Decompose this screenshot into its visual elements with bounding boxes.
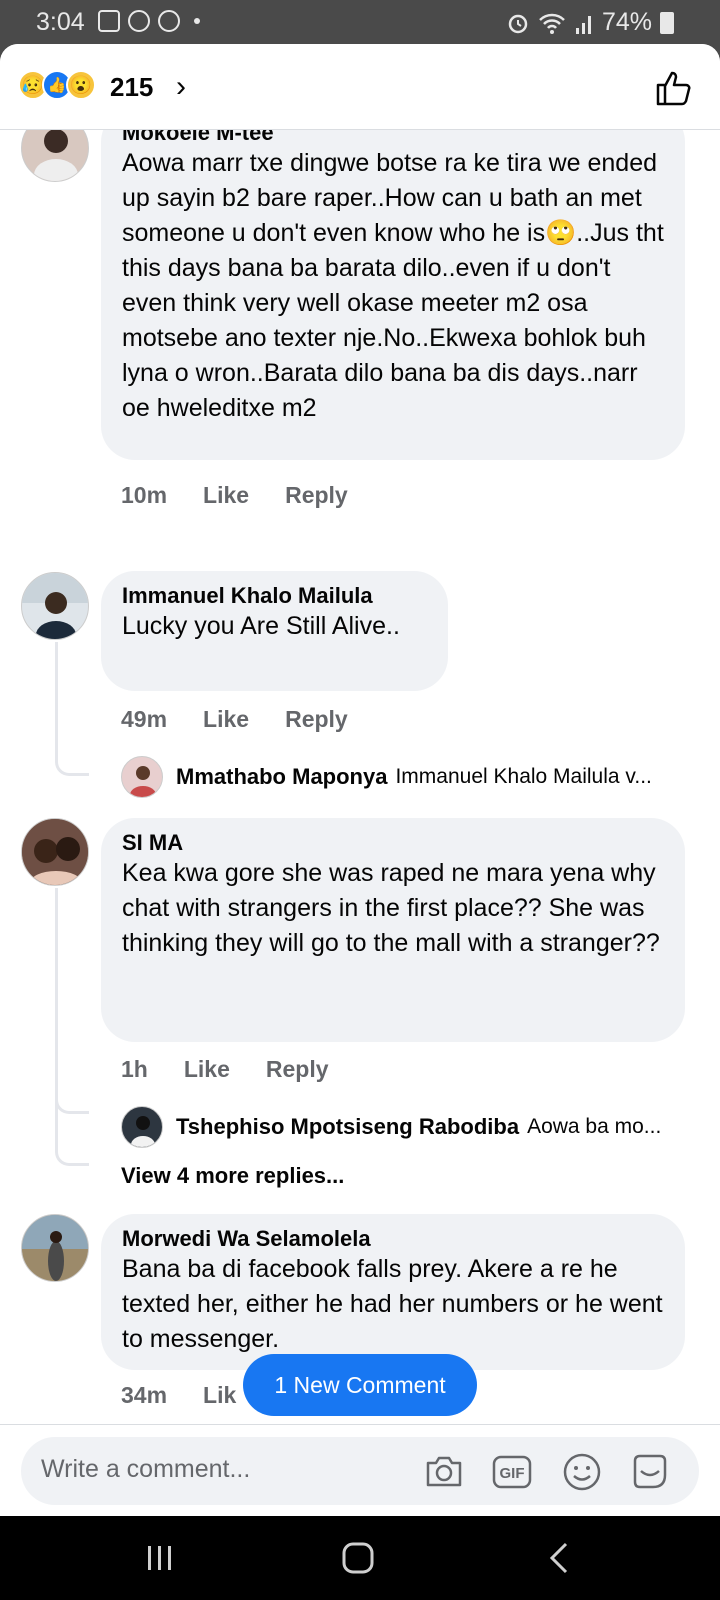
thread-line [55, 888, 89, 1166]
comment-text: Kea kwa gore she was raped ne mara yena … [122, 859, 660, 957]
like-button[interactable]: Like [203, 706, 249, 733]
status-time: 3:04 [36, 8, 85, 36]
comment-actions: 49m Like Reply [121, 706, 348, 733]
recent-apps-icon[interactable] [140, 1538, 180, 1578]
more-notifications-dot-icon [194, 18, 200, 24]
signal-icon [575, 15, 591, 34]
reply-preview[interactable]: Tshephiso Mpotsiseng Rabodiba Aowa ba mo… [176, 1114, 686, 1140]
emoji-icon[interactable] [561, 1451, 603, 1493]
comment-author[interactable]: SI MA [122, 830, 665, 856]
reply-snippet: Aowa ba mo... [527, 1115, 662, 1138]
svg-text:GIF: GIF [500, 1465, 525, 1482]
avatar[interactable] [121, 756, 163, 798]
avatar[interactable] [21, 818, 89, 886]
reply-button[interactable]: Reply [266, 1056, 329, 1083]
reply-snippet: Immanuel Khalo Mailula v... [395, 765, 652, 788]
comment-author[interactable]: Mokoele M-tee [122, 130, 665, 146]
comment-author[interactable]: Morwedi Wa Selamolela [122, 1226, 665, 1252]
comment-time: 49m [121, 706, 168, 732]
reply-preview[interactable]: Mmathabo Maponya Immanuel Khalo Mailula … [176, 764, 686, 790]
battery-icon [660, 11, 674, 34]
comment-text: Lucky you Are Still Alive.. [122, 612, 400, 640]
comment-text: Bana ba di facebook falls prey. Akere a … [122, 1255, 663, 1353]
back-icon[interactable] [540, 1538, 580, 1578]
comment-time: 10m [121, 482, 168, 508]
comment-composer: GIF [0, 1424, 720, 1516]
status-right: 74% [506, 8, 674, 37]
messages-icon [128, 10, 150, 32]
gif-icon[interactable]: GIF [491, 1451, 533, 1493]
reply-author[interactable]: Mmathabo Maponya [176, 764, 387, 790]
comment-bubble[interactable]: Immanuel Khalo Mailula Lucky you Are Sti… [101, 571, 448, 691]
comment-input[interactable] [41, 1455, 421, 1484]
comment-bubble[interactable]: SI MA Kea kwa gore she was raped ne mara… [101, 818, 685, 1042]
wifi-icon [539, 13, 565, 34]
alarm-icon [508, 14, 528, 33]
new-comment-button[interactable]: 1 New Comment [243, 1354, 477, 1416]
home-icon[interactable] [338, 1538, 378, 1578]
gallery-icon [98, 10, 120, 32]
comment-actions: 34m Lik [121, 1382, 236, 1409]
reply-button[interactable]: Reply [285, 706, 348, 733]
like-button-icon[interactable] [654, 68, 694, 108]
composer-box[interactable]: GIF [21, 1437, 699, 1505]
comment-bubble[interactable]: Morwedi Wa Selamolela Bana ba di faceboo… [101, 1214, 685, 1370]
battery-percent: 74% [601, 8, 652, 36]
whatsapp-icon [158, 10, 180, 32]
avatar[interactable] [21, 130, 89, 182]
camera-icon[interactable] [423, 1451, 465, 1493]
avatar[interactable] [121, 1106, 163, 1148]
like-button[interactable]: Like [203, 482, 249, 509]
comment-actions: 1h Like Reply [121, 1056, 329, 1083]
wow-reaction-icon: 😮 [66, 70, 96, 100]
comment-time: 34m [121, 1382, 168, 1408]
reply-button[interactable]: Reply [285, 482, 348, 509]
chevron-right-icon[interactable]: › [176, 70, 186, 104]
comment-author[interactable]: Immanuel Khalo Mailula [122, 583, 428, 609]
avatar[interactable] [21, 572, 89, 640]
system-nav-bar [0, 1516, 720, 1600]
view-more-replies-link[interactable]: View 4 more replies... [121, 1163, 344, 1189]
status-bar: 3:04 74% [0, 0, 720, 44]
comments-list[interactable]: Mokoele M-tee Aowa marr txe dingwe botse… [0, 130, 720, 1468]
comments-sheet: 😥 👍 😮 215 › Mokoele M-tee Aowa marr txe … [0, 44, 720, 1516]
sticker-icon[interactable] [629, 1451, 671, 1493]
thread-line [55, 642, 89, 776]
reactions-header: 😥 👍 😮 215 › [0, 44, 720, 130]
avatar[interactable] [21, 1214, 89, 1282]
notification-icons [98, 10, 200, 32]
comment-text: Aowa marr txe dingwe botse ra ke tira we… [122, 149, 664, 422]
comment-bubble[interactable]: Mokoele M-tee Aowa marr txe dingwe botse… [101, 130, 685, 460]
reply-author[interactable]: Tshephiso Mpotsiseng Rabodiba [176, 1114, 519, 1140]
comment-time: 1h [121, 1056, 148, 1082]
comment-actions: 10m Like Reply [121, 482, 348, 509]
like-button[interactable]: Like [184, 1056, 230, 1083]
like-button[interactable]: Lik [203, 1382, 236, 1409]
reaction-summary[interactable]: 😥 👍 😮 [18, 70, 96, 100]
reaction-count[interactable]: 215 [110, 72, 153, 103]
